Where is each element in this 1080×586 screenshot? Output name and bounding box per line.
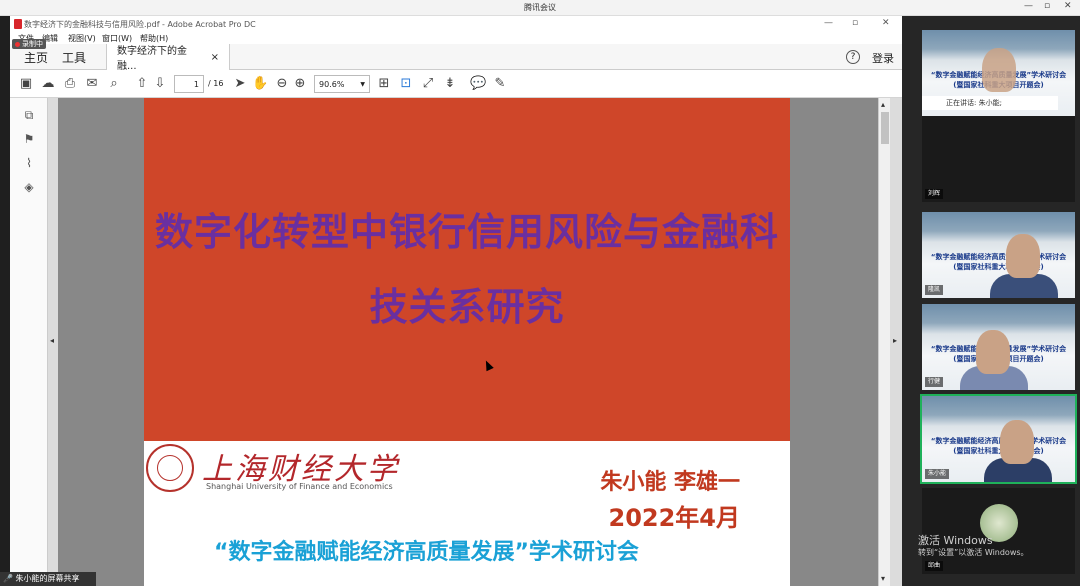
hand-tool-icon[interactable]: ✋ (252, 76, 268, 92)
tab-close-icon[interactable]: × (211, 52, 219, 63)
scroll-up-icon[interactable]: ▴ (881, 100, 885, 109)
save-icon[interactable]: ▣ (18, 76, 34, 92)
banner-line-1: “数字金融赋能经济高质量发展”学术研讨会 (930, 253, 1067, 261)
acrobat-toolbar: ▣ ☁ ⎙ ✉ ⌕ ⇧ ⇩ 1 / 16 ➤ ✋ ⊖ ⊕ 90.6% ▼ ⊞ ⊡… (10, 70, 902, 98)
meeting-title-bar: 腾讯会议 — ▫ ✕ (0, 0, 1080, 16)
participant-tile[interactable]: 刘辉 (922, 116, 1075, 202)
slide-title-line-1: 数字化转型中银行信用风险与金融科 (154, 210, 779, 254)
slide-authors: 朱小能 李雄一 (600, 470, 740, 495)
email-icon[interactable]: ✉ (84, 76, 100, 92)
document-viewer[interactable]: 数字化转型中银行信用风险与金融科 技关系研究 上海财经大学 Shanghai U… (58, 98, 878, 586)
zoom-in-icon[interactable]: ⊕ (292, 76, 308, 92)
participant-name: 朱小能 (925, 469, 950, 479)
scroll-down-icon[interactable]: ▾ (881, 574, 885, 583)
chevron-down-icon: ▼ (360, 80, 365, 88)
pdf-icon (14, 19, 22, 29)
slide-date: 2022年4月 (608, 504, 741, 532)
scroll-mode-icon[interactable]: ⊡ (398, 76, 414, 92)
prev-page-icon[interactable]: ⇧ (134, 76, 150, 92)
acrobat-title-bar: 数字经济下的金融科技与信用风险.pdf - Adobe Acrobat Pro … (10, 16, 902, 32)
participant-video (982, 48, 1016, 92)
page-total: / 16 (208, 79, 224, 88)
recording-dot-icon (15, 41, 20, 47)
acrobat-tab-bar: 主页 工具 数字经济下的金融... × ? 登录 (10, 44, 902, 72)
comment-icon[interactable]: 💬 (470, 76, 486, 92)
pdf-page: 数字化转型中银行信用风险与金融科 技关系研究 上海财经大学 Shanghai U… (144, 98, 790, 586)
attachment-icon[interactable]: ⌇ (22, 156, 36, 170)
menu-view[interactable]: 视图(V) (68, 33, 96, 44)
acrobat-close-icon[interactable]: ✕ (882, 18, 890, 28)
slide-title-line-2: 技关系研究 (369, 285, 565, 329)
vertical-scrollbar[interactable]: ▴ ▾ (878, 98, 890, 586)
zoom-out-icon[interactable]: ⊖ (274, 76, 290, 92)
chevron-right-icon: ▸ (893, 336, 898, 345)
slide-title-panel (144, 98, 790, 441)
windows-activation-hint: 转到“设置”以激活 Windows。 (918, 548, 1029, 557)
pages-thumbnail-icon[interactable]: ⧉ (22, 108, 36, 122)
help-icon[interactable]: ? (846, 50, 860, 64)
search-icon[interactable]: ⌕ (106, 76, 122, 92)
left-panel-collapse[interactable]: ◂ (48, 98, 58, 586)
tab-document[interactable]: 数字经济下的金融... × (106, 44, 230, 72)
participant-name: 行健 (925, 377, 944, 387)
participant-name: 邱曲 (925, 561, 944, 571)
banner-line-2: (暨国家社科重大项目开题会) (953, 263, 1044, 271)
acrobat-minimize-icon[interactable]: — (824, 18, 833, 28)
layers-icon[interactable]: ◈ (22, 180, 36, 194)
scrollbar-thumb[interactable] (881, 112, 889, 144)
left-navigation-rail: ⧉ ⚑ ⌇ ◈ (10, 98, 48, 586)
slide-conference-name: “数字金融赋能经济高质量发展”学术研讨会 (214, 540, 639, 565)
right-panel-collapse[interactable]: ▸ (890, 98, 902, 586)
select-pointer-icon[interactable]: ➤ (232, 76, 248, 92)
zoom-select[interactable]: 90.6% ▼ (314, 75, 370, 93)
chevron-left-icon: ◂ (50, 336, 55, 345)
zoom-value: 90.6% (319, 79, 345, 89)
speaking-indicator: 正在讲话: 朱小能; (922, 96, 1058, 110)
maximize-icon[interactable]: ▫ (1044, 1, 1050, 11)
read-mode-icon[interactable]: ⇟ (442, 76, 458, 92)
minimize-icon[interactable]: — (1024, 1, 1033, 11)
recording-label: 录制中 (22, 40, 43, 48)
screen-share-owner: 朱小能的屏幕共享 (15, 574, 80, 583)
full-screen-icon[interactable]: ⤢ (420, 76, 436, 92)
acrobat-window-title: 数字经济下的金融科技与信用风险.pdf - Adobe Acrobat Pro … (24, 20, 256, 29)
participant-tile-active-speaker[interactable]: “数字金融赋能经济高质量发展”学术研讨会 (暨国家社科重大项目开题会) 朱小能 (920, 394, 1077, 484)
page-number-input[interactable]: 1 (174, 75, 204, 93)
university-seal-logo (146, 444, 194, 492)
participant-name: 隆凯 (925, 285, 944, 295)
recording-badge: 录制中 (12, 39, 46, 49)
meeting-app-title: 腾讯会议 (524, 3, 556, 12)
participant-tile[interactable]: “数字金融赋能经济高质量发展”学术研讨会 (暨国家社科重大项目开题会) 隆凯 (922, 212, 1075, 298)
acrobat-restore-icon[interactable]: ▫ (852, 18, 858, 28)
acrobat-window: 数字经济下的金融科技与信用风险.pdf - Adobe Acrobat Pro … (10, 16, 902, 586)
login-button[interactable]: 登录 (872, 50, 894, 66)
windows-activation-title: 激活 Windows (918, 534, 993, 547)
upload-icon[interactable]: ☁ (40, 76, 56, 92)
banner-line-1: “数字金融赋能经济高质量发展”学术研讨会 (930, 437, 1067, 445)
tab-tools[interactable]: 工具 (52, 44, 96, 70)
tab-document-label: 数字经济下的金融... (117, 46, 187, 72)
screen-share-label: 🎤 朱小能的屏幕共享 (0, 572, 96, 586)
print-icon[interactable]: ⎙ (62, 76, 78, 92)
fit-page-icon[interactable]: ⊞ (376, 76, 392, 92)
participant-name: 刘辉 (925, 189, 944, 199)
next-page-icon[interactable]: ⇩ (152, 76, 168, 92)
banner-line-2: (暨国家社科重大项目开题会) (953, 447, 1044, 455)
university-name-en: Shanghai University of Finance and Econo… (206, 482, 393, 491)
bookmark-icon[interactable]: ⚑ (22, 132, 36, 146)
microphone-icon: 🎤 (3, 574, 13, 583)
participant-tile[interactable]: “数字金融赋能经济高质量发展”学术研讨会 (暨国家社科重大项目开题会) 行健 (922, 304, 1075, 390)
pen-icon[interactable]: ✎ (492, 76, 508, 92)
close-icon[interactable]: ✕ (1064, 1, 1072, 11)
